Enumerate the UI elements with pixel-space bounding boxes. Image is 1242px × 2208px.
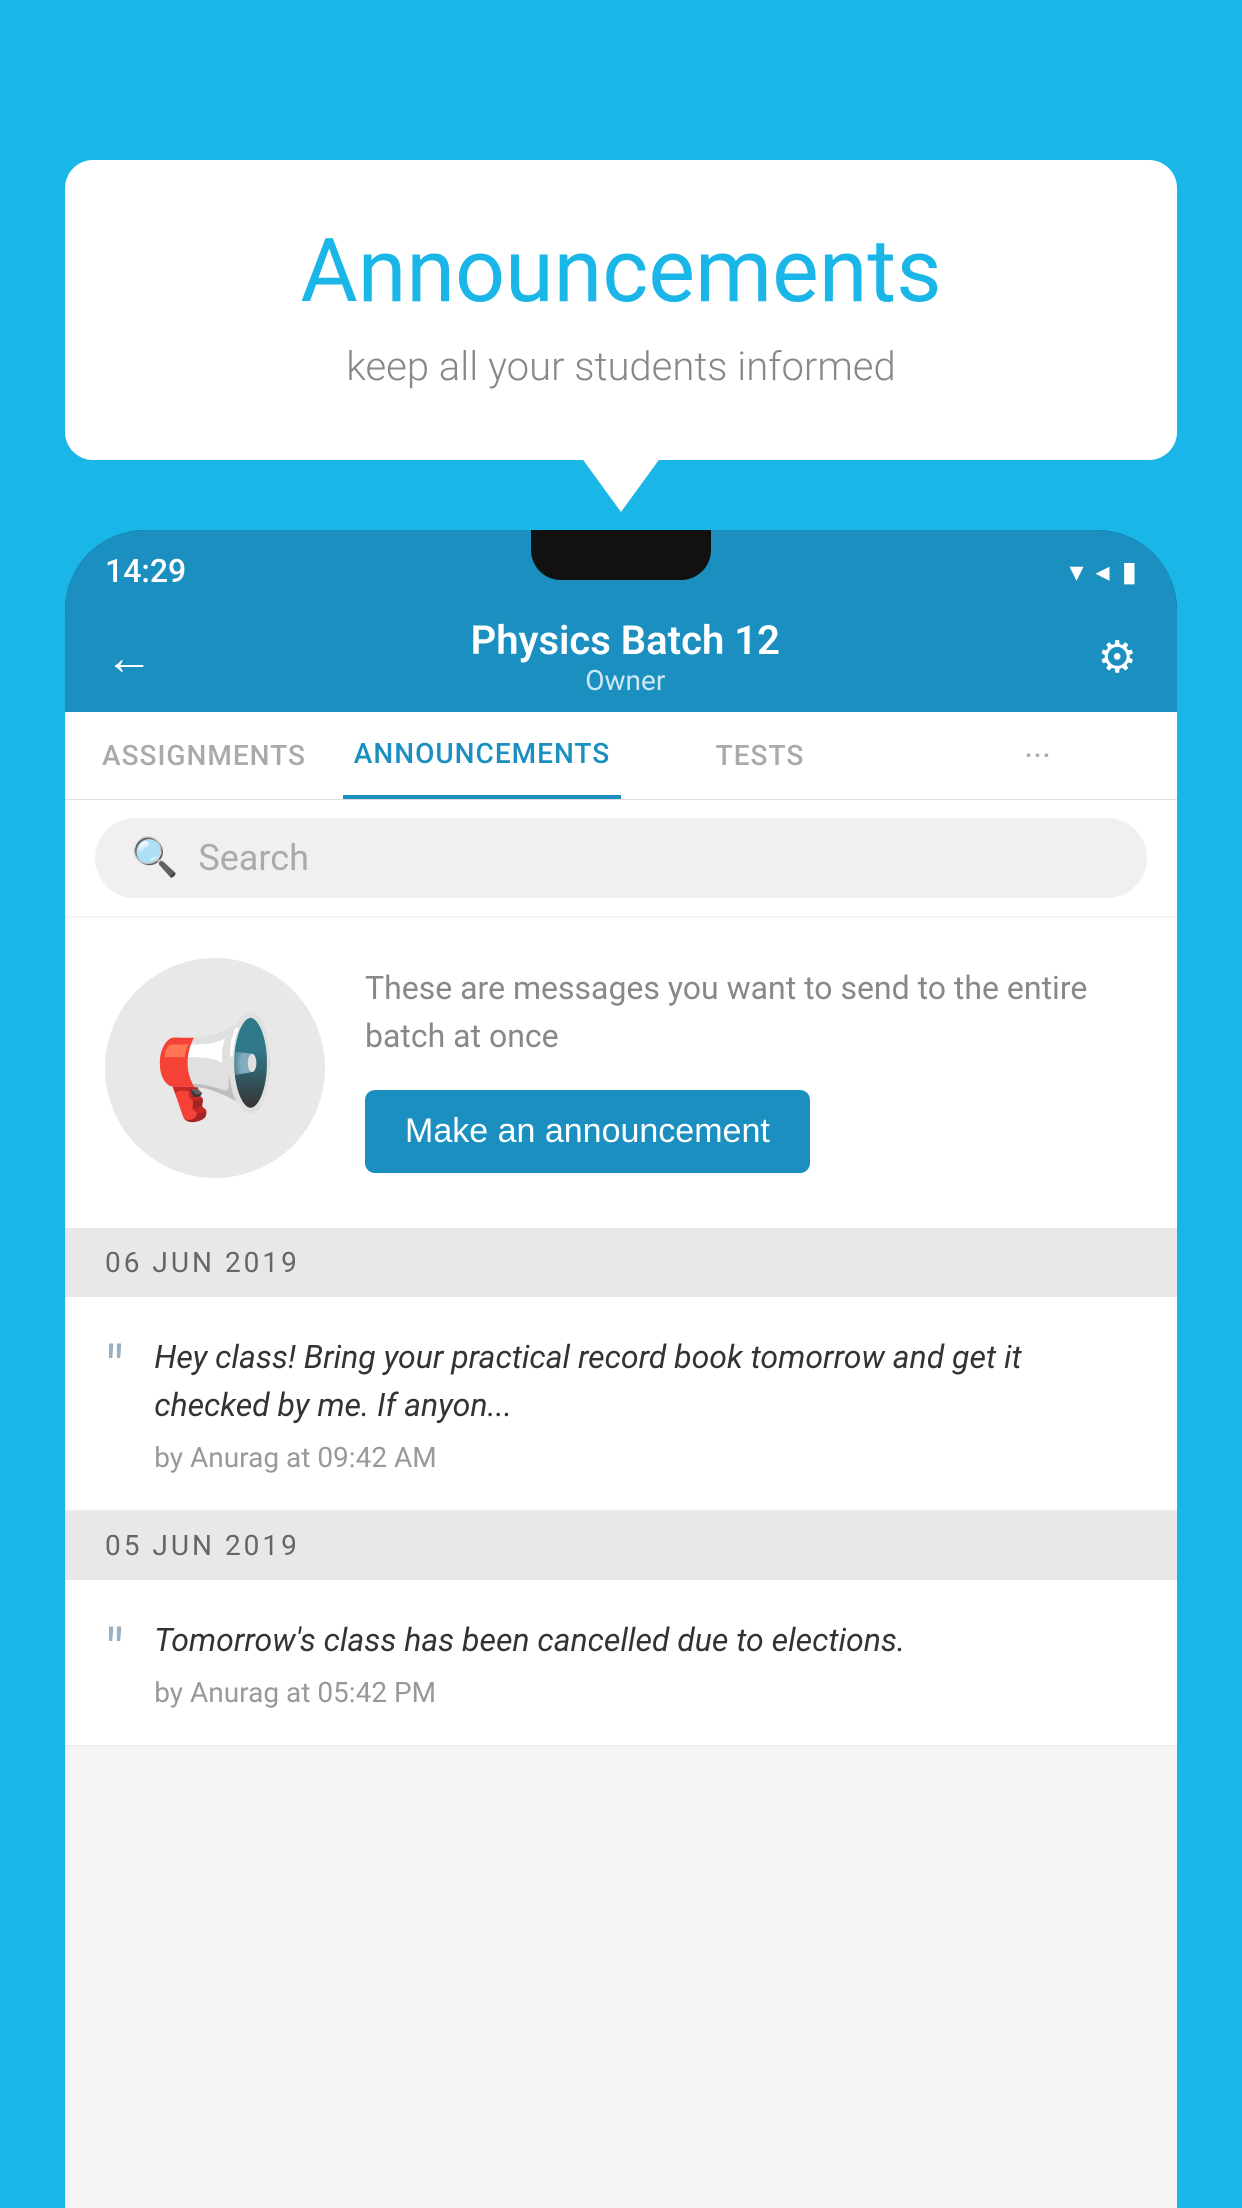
signal-icon: ◂ bbox=[1096, 555, 1110, 588]
phone-inner: 14:29 ▾ ◂ ▮ ← Physics Batch 12 Owner ⚙ A… bbox=[65, 530, 1177, 2208]
promo-text: These are messages you want to send to t… bbox=[365, 964, 1137, 1173]
announcement-text-2: Tomorrow's class has been cancelled due … bbox=[154, 1616, 1137, 1664]
search-placeholder: Search bbox=[198, 837, 309, 879]
app-bar-title: Physics Batch 12 Owner bbox=[471, 617, 780, 697]
promo-box: 📢 These are messages you want to send to… bbox=[65, 918, 1177, 1228]
bubble-subtitle: keep all your students informed bbox=[145, 343, 1097, 390]
speech-bubble: Announcements keep all your students inf… bbox=[65, 160, 1177, 460]
app-bar: ← Physics Batch 12 Owner ⚙ bbox=[65, 602, 1177, 712]
phone-mockup: 14:29 ▾ ◂ ▮ ← Physics Batch 12 Owner ⚙ A… bbox=[65, 530, 1177, 2208]
speech-bubble-section: Announcements keep all your students inf… bbox=[65, 160, 1177, 460]
status-icons: ▾ ◂ ▮ bbox=[1069, 555, 1137, 588]
announcement-meta-1: by Anurag at 09:42 AM bbox=[154, 1441, 1137, 1474]
tab-more[interactable]: ··· bbox=[899, 712, 1177, 799]
megaphone-icon: 📢 bbox=[153, 1010, 278, 1127]
content-area: 🔍 Search 📢 These are messages you want t… bbox=[65, 800, 1177, 2208]
announcement-meta-2: by Anurag at 05:42 PM bbox=[154, 1676, 1137, 1709]
search-container: 🔍 Search bbox=[65, 800, 1177, 916]
search-box[interactable]: 🔍 Search bbox=[95, 818, 1147, 898]
announcement-content-1: Hey class! Bring your practical record b… bbox=[154, 1333, 1137, 1474]
search-icon: 🔍 bbox=[131, 836, 178, 880]
make-announcement-button[interactable]: Make an announcement bbox=[365, 1090, 810, 1173]
owner-label: Owner bbox=[471, 664, 780, 697]
batch-name: Physics Batch 12 bbox=[471, 617, 780, 664]
promo-icon-circle: 📢 bbox=[105, 958, 325, 1178]
announcement-item-1: " Hey class! Bring your practical record… bbox=[65, 1297, 1177, 1511]
phone-notch bbox=[531, 530, 711, 580]
quote-icon-1: " bbox=[105, 1339, 124, 1399]
back-button[interactable]: ← bbox=[105, 629, 153, 686]
date-separator-1: 06 JUN 2019 bbox=[65, 1228, 1177, 1297]
date-separator-2: 05 JUN 2019 bbox=[65, 1511, 1177, 1580]
tabs-bar: ASSIGNMENTS ANNOUNCEMENTS TESTS ··· bbox=[65, 712, 1177, 800]
wifi-icon: ▾ bbox=[1069, 555, 1083, 588]
announcement-item-2: " Tomorrow's class has been cancelled du… bbox=[65, 1580, 1177, 1746]
promo-description: These are messages you want to send to t… bbox=[365, 964, 1137, 1060]
battery-icon: ▮ bbox=[1122, 555, 1137, 588]
tab-announcements[interactable]: ANNOUNCEMENTS bbox=[343, 712, 621, 799]
bubble-title: Announcements bbox=[145, 220, 1097, 323]
announcement-text-1: Hey class! Bring your practical record b… bbox=[154, 1333, 1137, 1429]
status-time: 14:29 bbox=[105, 552, 186, 590]
tab-assignments[interactable]: ASSIGNMENTS bbox=[65, 712, 343, 799]
gear-icon[interactable]: ⚙ bbox=[1098, 631, 1137, 683]
announcement-content-2: Tomorrow's class has been cancelled due … bbox=[154, 1616, 1137, 1709]
tab-tests[interactable]: TESTS bbox=[621, 712, 899, 799]
quote-icon-2: " bbox=[105, 1622, 124, 1682]
